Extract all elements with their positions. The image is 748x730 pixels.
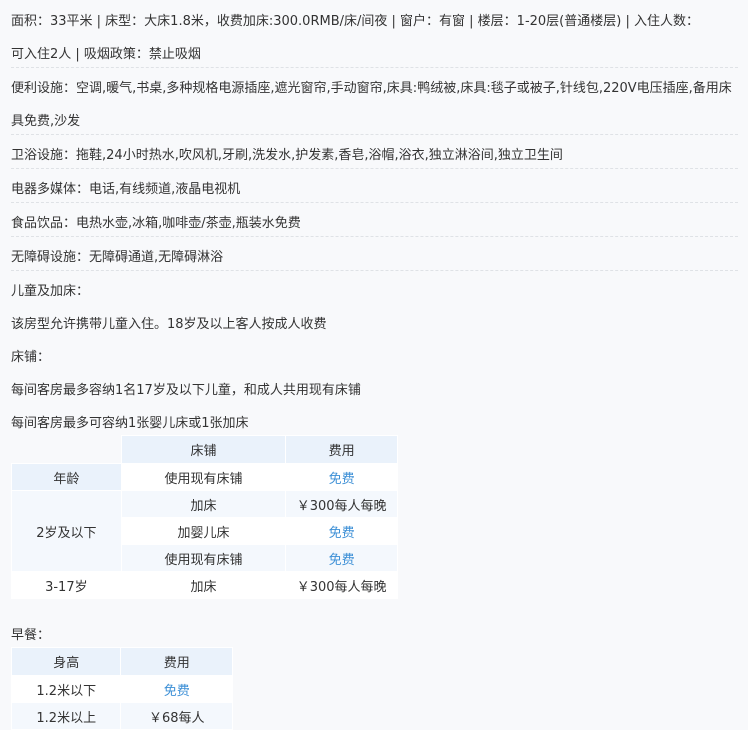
age-cell: 2岁及以下 (11, 490, 122, 572)
fee-cell: ￥300每人每晚 (285, 490, 398, 518)
facility-text: 电话,有线频道,液晶电视机 (89, 182, 241, 197)
column-header-height: 身高 (10, 647, 122, 676)
bed-heading: 床铺： (11, 350, 51, 365)
column-header-fee: 费用 (285, 435, 398, 464)
fee-cell: ￥300每人每晚 (285, 571, 398, 599)
facility-text: 电热水壶,冰箱,咖啡壶/茶壶,瓶装水免费 (76, 216, 301, 231)
table-row: 1.2米以下 免费 (10, 675, 233, 703)
table-row: 1.2米以上 ￥68每人 (10, 702, 233, 730)
fee-cell-free: 免费 (285, 544, 398, 572)
fee-cell: ￥68每人 (120, 702, 233, 730)
bed-cell: 加床 (120, 490, 287, 518)
facility-label: 电器多媒体： (11, 182, 90, 197)
breakfast-table: 身高 费用 1.2米以下 免费 1.2米以上 ￥68每人 (10, 647, 233, 730)
table-row: 年龄 使用现有床铺 免费 (11, 463, 398, 491)
facility-label: 卫浴设施： (11, 148, 77, 163)
room-detail-panel: 面积：33平米 | 床型：大床1.8米，收费加床:300.0RMB/床/间夜 |… (0, 0, 748, 730)
facility-text: 空调,暖气,书桌,多种规格电源插座,遮光窗帘,手动窗帘,床具:鸭绒被,床具:毯子… (76, 81, 732, 96)
room-info-line-2: 可入住2人 | 吸烟政策：禁止吸烟 (11, 47, 201, 62)
facility-convenience-cont: 具免费,沙发 (11, 114, 81, 129)
facility-convenience: 便利设施：空调,暖气,书桌,多种规格电源插座,遮光窗帘,手动窗帘,床具:鸭绒被,… (11, 77, 740, 96)
bed-cell: 使用现有床铺 (120, 463, 287, 491)
table-row: 3-17岁 加床 ￥300每人每晚 (11, 571, 398, 599)
column-header-bed: 床铺 (120, 435, 287, 464)
facility-label: 无障碍设施： (11, 250, 90, 265)
facility-text: 拖鞋,24小时热水,吹风机,牙刷,洗发水,护发素,香皂,浴帽,浴衣,独立淋浴间,… (76, 148, 563, 163)
facility-text: 无障碍通道,无障碍淋浴 (89, 250, 224, 265)
divider (11, 270, 738, 271)
facility-label: 便利设施： (11, 81, 77, 96)
fee-cell-free: 免费 (285, 517, 398, 545)
bed-note-2: 每间客房最多可容纳1张婴儿床或1张加床 (11, 416, 249, 431)
table-row: 2岁及以下 加床 ￥300每人每晚 (11, 490, 398, 572)
fee-cell-free: 免费 (120, 675, 233, 703)
bed-note-1: 每间客房最多容纳1名17岁及以下儿童，和成人共用现有床铺 (11, 383, 361, 398)
facility-label: 食品饮品： (11, 216, 77, 231)
divider (11, 67, 738, 68)
column-header-age: 年龄 (11, 463, 122, 491)
children-intro: 该房型允许携带儿童入住。18岁及以上客人按成人收费 (11, 317, 327, 332)
bed-cell: 加婴儿床 (120, 517, 287, 545)
divider (11, 236, 738, 237)
children-bed-table: 床铺 费用 年龄 使用现有床铺 免费 2岁及以下 加床 ￥300每人每晚 加婴儿… (11, 435, 398, 599)
divider (11, 202, 738, 203)
room-info-line-1: 面积：33平米 | 床型：大床1.8米，收费加床:300.0RMB/床/间夜 |… (11, 14, 699, 29)
bed-cell: 使用现有床铺 (120, 544, 287, 572)
facility-media: 电器多媒体：电话,有线频道,液晶电视机 (11, 178, 740, 197)
age-cell: 3-17岁 (11, 571, 122, 599)
table-spacer (12, 436, 122, 464)
children-heading: 儿童及加床： (11, 284, 90, 299)
fee-cell-free: 免费 (285, 463, 398, 491)
bed-cell: 加床 (120, 571, 287, 599)
column-header-fee: 费用 (120, 647, 233, 676)
breakfast-heading: 早餐： (11, 628, 51, 643)
height-cell: 1.2米以下 (10, 675, 122, 703)
facility-accessibility: 无障碍设施：无障碍通道,无障碍淋浴 (11, 246, 740, 265)
facility-food: 食品饮品：电热水壶,冰箱,咖啡壶/茶壶,瓶装水免费 (11, 212, 740, 231)
divider (11, 134, 738, 135)
facility-bathroom: 卫浴设施：拖鞋,24小时热水,吹风机,牙刷,洗发水,护发素,香皂,浴帽,浴衣,独… (11, 144, 740, 163)
height-cell: 1.2米以上 (10, 702, 122, 730)
divider (11, 168, 738, 169)
